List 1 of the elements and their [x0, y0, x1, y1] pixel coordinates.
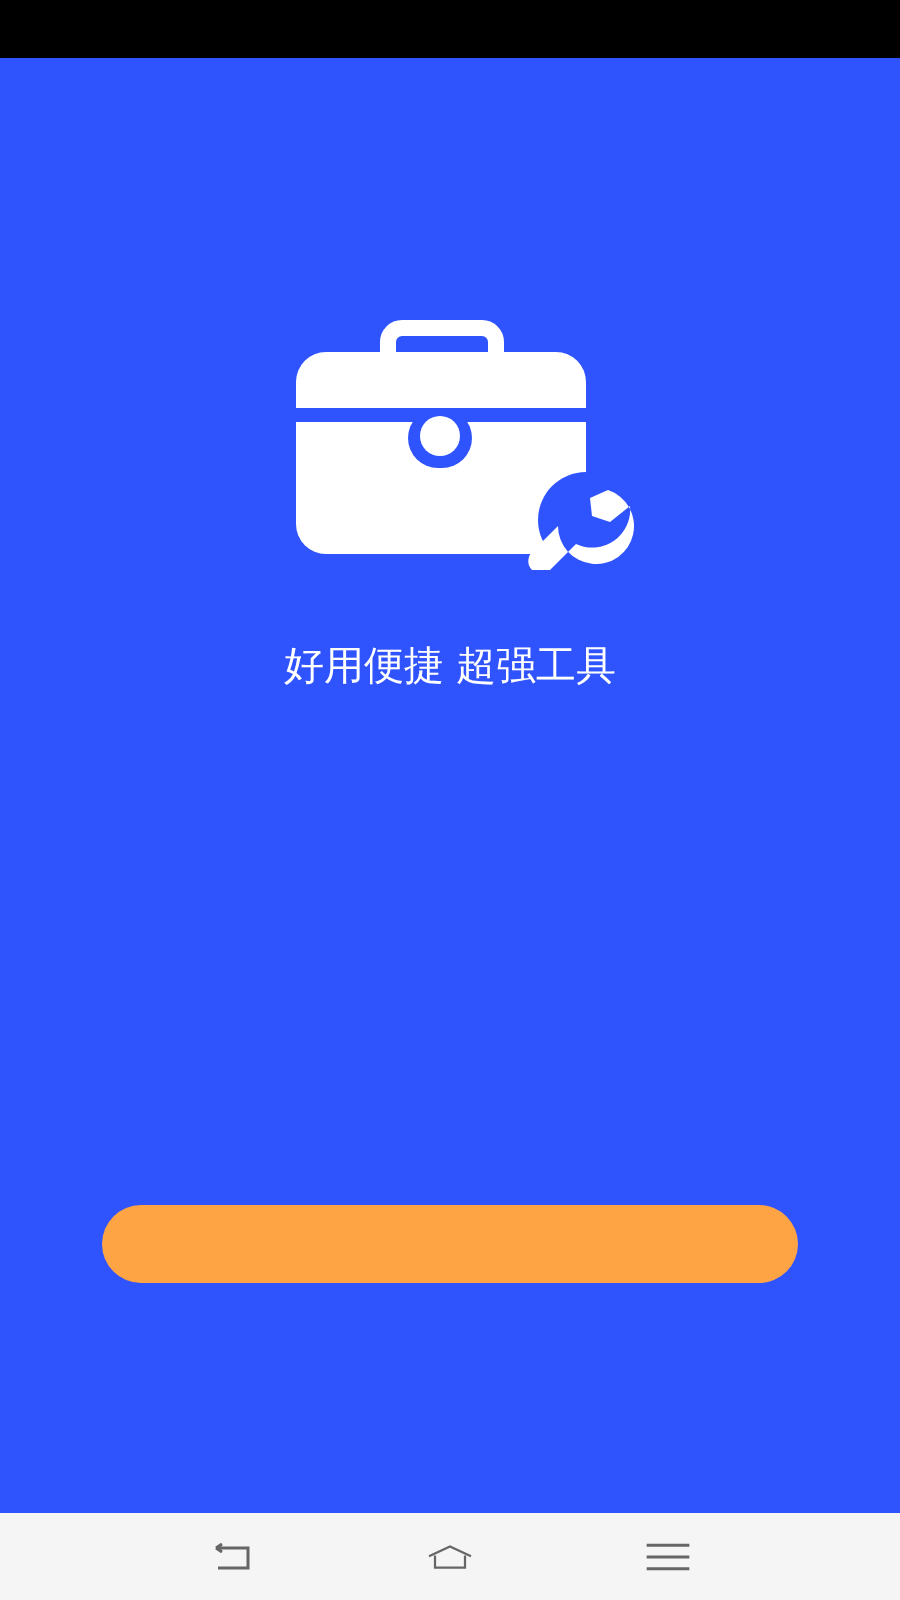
tagline: 好用便捷 超强工具	[283, 641, 617, 690]
